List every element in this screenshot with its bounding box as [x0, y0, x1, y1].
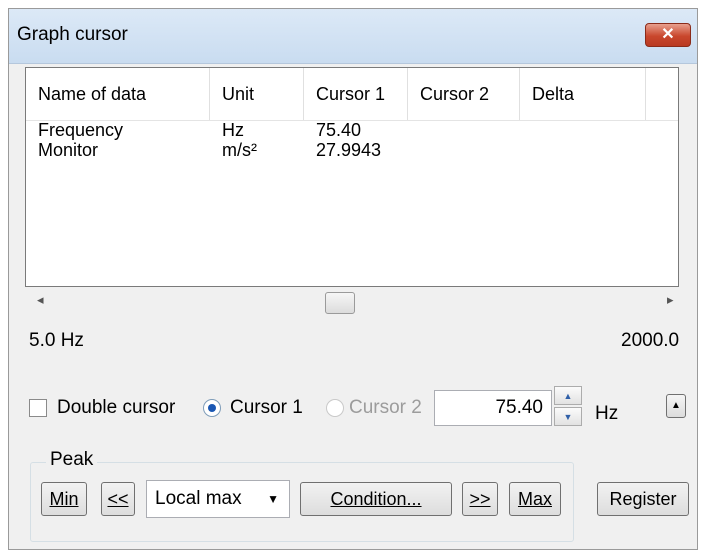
condition-button[interactable]: Condition...	[300, 482, 452, 516]
position-scrollbar[interactable]: ◂ ▸	[25, 288, 679, 318]
register-button[interactable]: Register	[597, 482, 689, 516]
double-cursor-label[interactable]: Double cursor	[57, 397, 175, 419]
scroll-right-icon[interactable]: ▸	[667, 292, 674, 308]
scrollbar-thumb[interactable]	[325, 292, 355, 314]
table-header: Name of data Unit Cursor 1 Cursor 2 Delt…	[26, 68, 678, 121]
condition-button-label: Condition...	[330, 489, 422, 509]
column-header-cursor1[interactable]: Cursor 1	[304, 68, 408, 120]
max-button-label: Max	[517, 489, 552, 509]
scroll-left-icon[interactable]: ◂	[37, 292, 44, 308]
range-max-label: 2000.0	[621, 330, 680, 351]
cell-name: Frequency	[38, 120, 124, 140]
cursor-value-input[interactable]: 75.40	[434, 390, 552, 426]
register-button-label: Register	[609, 489, 677, 509]
cell-name: Monitor	[38, 140, 99, 160]
next-peak-label: >>	[469, 489, 491, 509]
column-header-unit[interactable]: Unit	[210, 68, 304, 120]
value-spinner[interactable]: ▲ ▼	[554, 386, 584, 426]
double-cursor-checkbox[interactable]	[29, 399, 47, 417]
min-button-label: Min	[49, 489, 79, 509]
cursor1-label[interactable]: Cursor 1	[230, 397, 303, 419]
column-header-name[interactable]: Name of data	[26, 68, 210, 120]
previous-peak-label: <<	[107, 489, 129, 509]
value-unit-label: Hz	[595, 403, 619, 424]
window-title: Graph cursor	[17, 24, 128, 45]
cell-unit: m/s²	[222, 140, 257, 160]
cell-unit: Hz	[222, 120, 244, 140]
spin-down-icon[interactable]: ▼	[554, 407, 582, 426]
close-button[interactable]: ✕	[645, 23, 691, 47]
peak-mode-dropdown[interactable]: Local max ▼	[146, 480, 290, 518]
title-bar: Graph cursor ✕	[9, 9, 697, 64]
column-header-delta[interactable]: Delta	[520, 68, 646, 120]
cursor2-radio[interactable]	[326, 399, 344, 417]
spin-up-icon[interactable]: ▲	[554, 386, 582, 405]
max-button[interactable]: Max	[509, 482, 561, 516]
cursor1-radio[interactable]	[203, 399, 221, 417]
range-min-label: 5.0 Hz	[29, 330, 84, 351]
cell-cursor1: 27.9943	[316, 140, 382, 160]
close-icon: ✕	[661, 26, 675, 43]
collapse-button[interactable]: ▲	[666, 394, 686, 418]
next-peak-button[interactable]: >>	[462, 482, 498, 516]
data-table[interactable]: Name of data Unit Cursor 1 Cursor 2 Delt…	[25, 67, 679, 287]
chevron-down-icon: ▼	[267, 492, 279, 506]
peak-mode-value: Local max	[155, 488, 242, 509]
cell-cursor1: 75.40	[316, 120, 362, 140]
triangle-up-icon: ▲	[671, 400, 681, 411]
cursor2-label[interactable]: Cursor 2	[349, 397, 422, 419]
column-header-cursor2[interactable]: Cursor 2	[408, 68, 520, 120]
peak-group-label: Peak	[46, 449, 98, 471]
previous-peak-button[interactable]: <<	[101, 482, 135, 516]
min-button[interactable]: Min	[41, 482, 87, 516]
